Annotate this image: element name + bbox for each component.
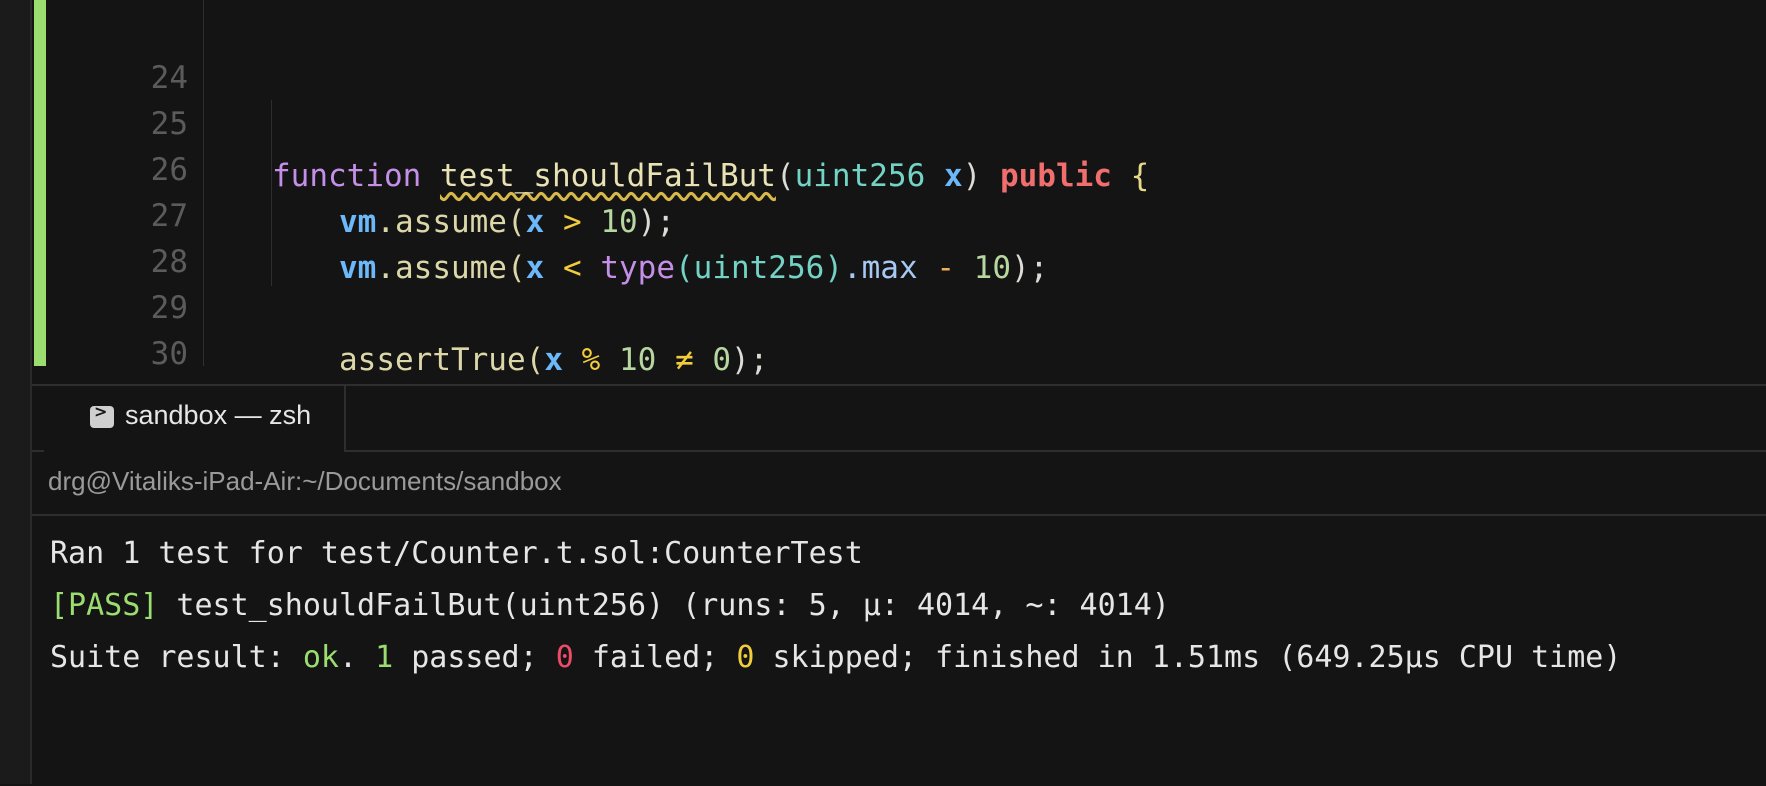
terminal-tab-bar: > sandbox — zsh — [32, 386, 1766, 452]
failed-text: failed; — [573, 640, 737, 675]
code-editor[interactable]: 24 25 function test_shouldFailBut(uint25… — [32, 0, 1766, 384]
suite-dot: . — [339, 640, 376, 675]
code-line-29: 29 assertTrue(x % 10 ≠ 0); — [32, 230, 1766, 378]
terminal-path-bar: drg@Vitaliks-iPad-Air:~/Documents/sandbo… — [32, 452, 1766, 516]
code-line-27: 27 vm.assume(x < type(uint256).max - 10)… — [32, 138, 1766, 286]
left-gutter-strip — [0, 0, 30, 784]
terminal-tab[interactable]: > sandbox — zsh — [44, 386, 346, 452]
terminal-icon: > — [90, 402, 114, 428]
code-line-28: 28 — [32, 184, 1766, 280]
terminal-panel[interactable]: > sandbox — zsh drg@Vitaliks-iPad-Air:~/… — [32, 384, 1766, 786]
suite-ok: ok — [302, 640, 339, 675]
skipped-count: 0 — [736, 640, 755, 675]
code-line-30: 30 } — [32, 276, 1766, 372]
output-line-suite: Suite result: ok. 1 passed; 0 failed; 0 … — [50, 632, 1621, 684]
pass-details: test_shouldFailBut(uint256) (runs: 5, μ:… — [158, 588, 1170, 623]
skipped-text: skipped; finished in 1.51ms (649.25µs CP… — [754, 640, 1622, 675]
code-line-25: 25 function test_shouldFailBut(uint256 x… — [32, 46, 1766, 194]
line-number: 31 — [62, 374, 188, 384]
terminal-path: drg@Vitaliks-iPad-Air:~/Documents/sandbo… — [48, 466, 562, 496]
suite-prefix: Suite result: — [50, 640, 303, 675]
output-line-ran: Ran 1 test for test/Counter.t.sol:Counte… — [50, 536, 863, 571]
pass-tag: [PASS] — [50, 588, 159, 623]
terminal-tab-label: sandbox — zsh — [125, 400, 312, 430]
code-line-31-partial: 31 } — [32, 358, 1766, 384]
code-line-31: 31 } — [32, 358, 1766, 384]
code-line-26: 26 vm.assume(x > 10); — [32, 92, 1766, 240]
output-line-pass: [PASS] test_shouldFailBut(uint256) (runs… — [50, 580, 1170, 632]
passed-count: 1 — [375, 640, 394, 675]
failed-count: 0 — [555, 640, 574, 675]
code-line-24: 24 — [32, 0, 1766, 96]
passed-text: passed; — [393, 640, 556, 675]
